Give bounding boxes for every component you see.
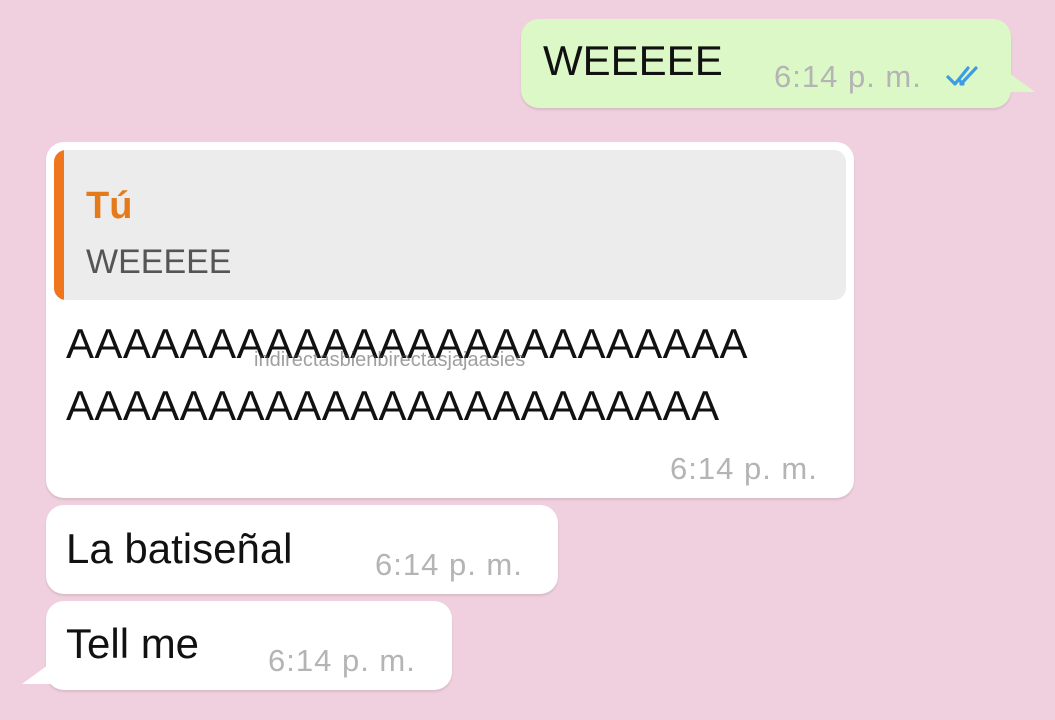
message-timestamp: 6:14 p. m. — [670, 451, 818, 486]
incoming-message-bubble[interactable]: Tú WEEEEE AAAAAAAAAAAAAAAAAAAAAAAA AAAAA… — [46, 142, 854, 498]
double-check-icon — [946, 66, 978, 86]
message-text: Tell me — [66, 620, 200, 667]
watermark: indirectasbienbirectasjajaasies — [254, 349, 526, 371]
quote-accent-bar — [54, 150, 64, 300]
message-text: La batiseñal — [66, 525, 293, 572]
bubble-tail — [1005, 70, 1035, 92]
outgoing-message-bubble[interactable]: WEEEEE 6:14 p. m. — [521, 19, 1011, 108]
message-timestamp: 6:14 p. m. — [268, 643, 416, 678]
quote-text: WEEEEE — [86, 243, 232, 281]
quote-author: Tú — [86, 185, 133, 227]
message-timestamp: 6:14 p. m. — [375, 547, 523, 582]
message-text: WEEEEE — [543, 37, 723, 84]
incoming-message-bubble[interactable]: Tell me 6:14 p. m. — [46, 601, 452, 690]
message-timestamp: 6:14 p. m. — [774, 59, 922, 94]
quoted-message[interactable]: Tú WEEEEE — [54, 150, 846, 300]
chat-area[interactable]: WEEEEE 6:14 p. m. Tú WEEEEE AAAAAAAAAAAA… — [0, 0, 1055, 720]
message-text-line: AAAAAAAAAAAAAAAAAAAAAAA — [66, 382, 720, 429]
incoming-message-bubble[interactable]: La batiseñal 6:14 p. m. — [46, 505, 558, 594]
bubble-tail — [22, 662, 52, 684]
